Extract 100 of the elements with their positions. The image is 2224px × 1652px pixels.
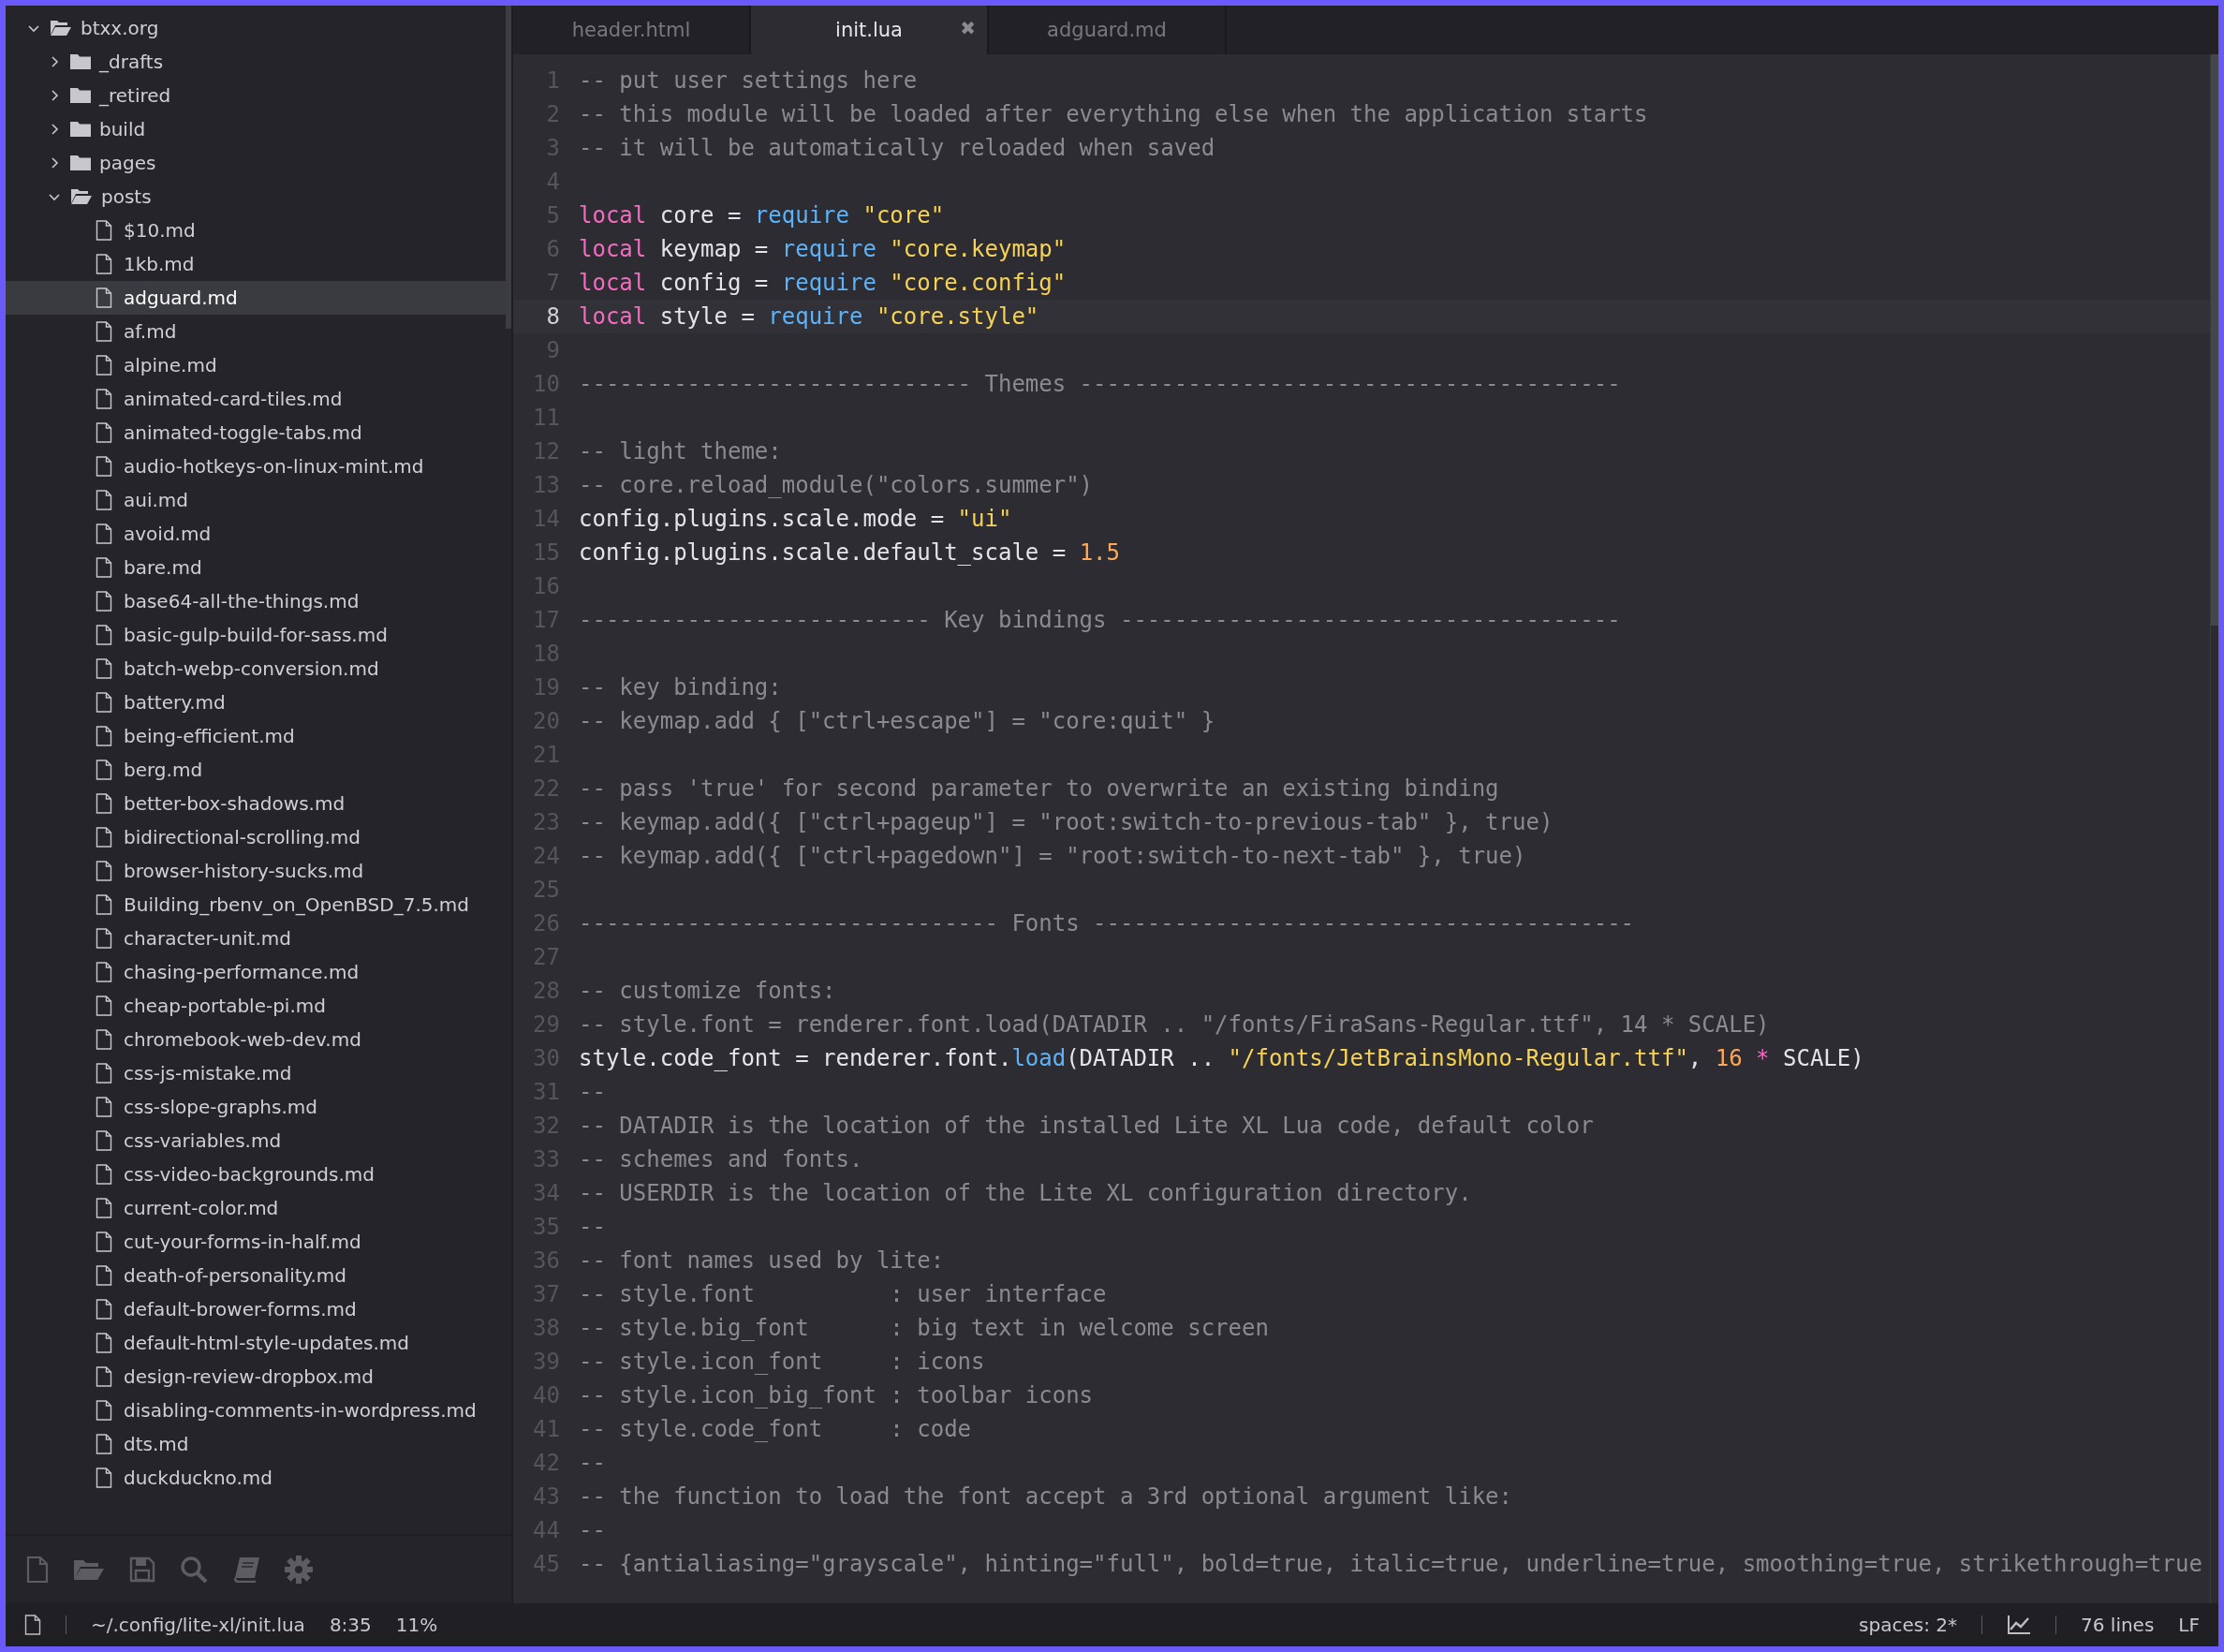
tree-item[interactable]: chasing-performance.md xyxy=(6,955,506,989)
indent-setting[interactable]: spaces: 2* xyxy=(1859,1614,1957,1636)
file-name: _drafts xyxy=(99,51,164,73)
code-line: -- DATADIR is the location of the installed Lite XL Lua code, default color xyxy=(579,1112,1594,1141)
file-name: btxx.org xyxy=(81,17,159,39)
file-name: adguard.md xyxy=(124,287,238,309)
tree-item[interactable]: bidirectional-scrolling.md xyxy=(6,820,506,854)
editor-scrollbar[interactable] xyxy=(2210,54,2218,1603)
tree-item[interactable]: default-brower-forms.md xyxy=(6,1292,506,1326)
tree-item[interactable]: Building_rbenv_on_OpenBSD_7.5.md xyxy=(6,888,506,922)
tree-item[interactable]: default-html-style-updates.md xyxy=(6,1326,506,1360)
tree-item[interactable]: being-efficient.md xyxy=(6,719,506,753)
open-folder-icon xyxy=(69,187,94,206)
file-name: build xyxy=(99,118,146,140)
tree-item[interactable]: cheap-portable-pi.md xyxy=(6,989,506,1023)
tree-item[interactable]: cut-your-forms-in-half.md xyxy=(6,1225,506,1259)
tree-item[interactable]: browser-history-sucks.md xyxy=(6,854,506,888)
tree-item[interactable]: disabling-comments-in-wordpress.md xyxy=(6,1394,506,1427)
tree-item[interactable]: chromebook-web-dev.md xyxy=(6,1023,506,1056)
tree-item[interactable]: bare.md xyxy=(6,551,506,584)
line-number: 8 xyxy=(545,302,561,332)
code-line: ------------------------------- Fonts ---------------------------------------- xyxy=(579,909,1635,938)
tree-item[interactable]: aui.md xyxy=(6,483,506,517)
tree-item[interactable]: audio-hotkeys-on-linux-mint.md xyxy=(6,450,506,483)
tree-item[interactable]: battery.md xyxy=(6,686,506,719)
file-name: css-slope-graphs.md xyxy=(124,1096,317,1118)
file-icon xyxy=(96,456,112,477)
tree-item[interactable]: adguard.md xyxy=(6,281,506,315)
tree-item[interactable]: css-video-backgrounds.md xyxy=(6,1158,506,1191)
tree-item[interactable]: build xyxy=(6,112,506,146)
editor-tab[interactable]: adguard.md xyxy=(989,6,1227,54)
tree-item[interactable]: animated-card-tiles.md xyxy=(6,382,506,416)
file-icon xyxy=(96,625,112,645)
save-icon[interactable] xyxy=(129,1556,155,1583)
tree-item[interactable]: _drafts xyxy=(6,45,506,79)
new-file-icon[interactable] xyxy=(26,1556,49,1584)
book-icon[interactable] xyxy=(232,1556,260,1583)
file-name: battery.md xyxy=(124,691,226,714)
tree-item[interactable]: af.md xyxy=(6,315,506,348)
file-name: duckduckno.md xyxy=(124,1467,272,1489)
tree-item[interactable]: css-js-mistake.md xyxy=(6,1056,506,1090)
tree-item[interactable]: btxx.org xyxy=(6,11,506,45)
chart-icon[interactable] xyxy=(2007,1615,2031,1635)
editor-tab[interactable]: init.lua ✖ xyxy=(751,6,989,54)
tree-item[interactable]: batch-webp-conversion.md xyxy=(6,652,506,686)
file-name: batch-webp-conversion.md xyxy=(124,657,379,680)
file-icon xyxy=(96,861,112,881)
folder-icon xyxy=(69,86,92,105)
tree-item[interactable]: _retired xyxy=(6,79,506,112)
tree-item[interactable]: base64-all-the-things.md xyxy=(6,584,506,618)
tree-item[interactable]: better-box-shadows.md xyxy=(6,787,506,820)
file-name: aui.md xyxy=(124,489,189,511)
tree-item[interactable]: character-unit.md xyxy=(6,922,506,955)
close-icon[interactable]: ✖ xyxy=(960,17,976,39)
tree-item[interactable]: 1kb.md xyxy=(6,247,506,281)
tree-item[interactable]: duckduckno.md xyxy=(6,1461,506,1495)
settings-icon[interactable] xyxy=(285,1556,313,1584)
tree-item[interactable]: alpine.md xyxy=(6,348,506,382)
file-icon xyxy=(96,962,112,982)
file-icon xyxy=(96,1130,112,1151)
folder-icon xyxy=(69,52,92,71)
file-icon xyxy=(96,996,112,1016)
tree-item[interactable]: basic-gulp-build-for-sass.md xyxy=(6,618,506,652)
file-icon xyxy=(96,658,112,679)
open-folder-icon xyxy=(49,19,73,37)
tree-item[interactable]: css-variables.md xyxy=(6,1124,506,1158)
code-line: -- {antialiasing="grayscale", hinting="full", bold=true, italic=true, underline=true, smoothing=true, strikethrough=true xyxy=(579,1550,2202,1579)
tree-item[interactable]: $10.md xyxy=(6,214,506,247)
tree-item[interactable]: dts.md xyxy=(6,1427,506,1461)
tree-item[interactable]: animated-toggle-tabs.md xyxy=(6,416,506,450)
tree-item[interactable]: design-review-dropbox.md xyxy=(6,1360,506,1394)
code-line: -- this module will be loaded after everything else when the application starts xyxy=(579,100,1648,129)
scrollbar-thumb[interactable] xyxy=(506,6,511,329)
file-icon xyxy=(96,1434,112,1454)
file-name: bare.md xyxy=(124,556,202,579)
file-icon xyxy=(96,928,112,949)
scroll-percent: 11% xyxy=(395,1614,438,1636)
file-name: bidirectional-scrolling.md xyxy=(124,826,361,848)
file-icon xyxy=(96,220,112,241)
tree-item[interactable]: current-color.md xyxy=(6,1191,506,1225)
tree-item[interactable]: posts xyxy=(6,180,506,214)
tree-item[interactable]: avoid.md xyxy=(6,517,506,551)
file-name: being-efficient.md xyxy=(124,725,295,747)
file-icon xyxy=(96,827,112,848)
line-ending[interactable]: LF xyxy=(2178,1614,2200,1636)
file-name: css-variables.md xyxy=(124,1129,282,1152)
tree-item[interactable]: css-slope-graphs.md xyxy=(6,1090,506,1124)
code-line: -- keymap.add({ ["ctrl+pageup"] = "root:switch-to-previous-tab" }, true) xyxy=(579,808,1554,837)
code-line: local style = require "core.style" xyxy=(579,302,1039,332)
code-line: -- style.font : user interface xyxy=(579,1280,1107,1309)
file-icon xyxy=(96,1164,112,1185)
open-folder-icon[interactable] xyxy=(73,1557,105,1582)
file-name: posts xyxy=(101,185,152,208)
search-icon[interactable] xyxy=(180,1556,208,1584)
tree-item[interactable]: berg.md xyxy=(6,753,506,787)
file-name: default-brower-forms.md xyxy=(124,1298,357,1320)
file-name: disabling-comments-in-wordpress.md xyxy=(124,1399,477,1422)
tree-item[interactable]: death-of-personality.md xyxy=(6,1259,506,1292)
file-name: default-html-style-updates.md xyxy=(124,1332,409,1354)
tree-item[interactable]: pages xyxy=(6,146,506,180)
